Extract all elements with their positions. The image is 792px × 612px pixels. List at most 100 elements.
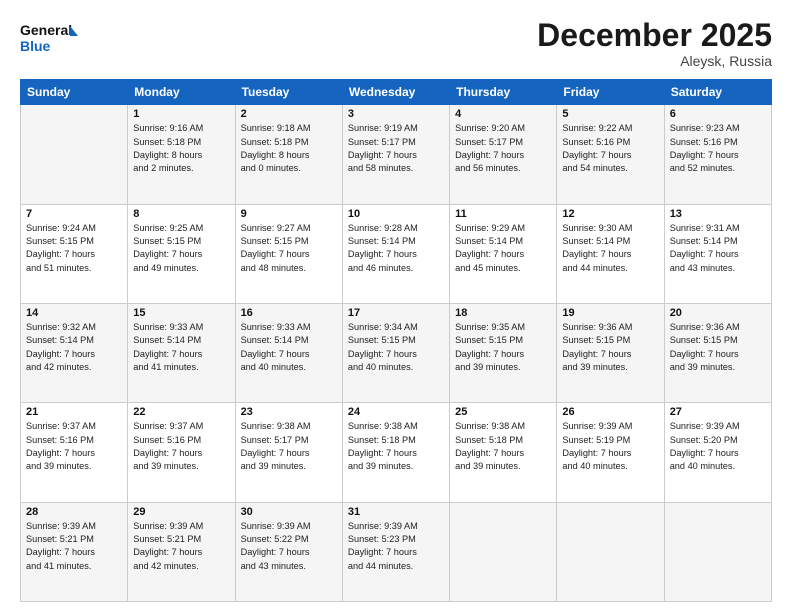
calendar-cell: 2 Sunrise: 9:18 AM Sunset: 5:18 PM Daylig…: [235, 105, 342, 204]
calendar-cell: 9 Sunrise: 9:27 AM Sunset: 5:15 PM Daylig…: [235, 204, 342, 303]
calendar-cell: 22Sunrise: 9:37 AM Sunset: 5:16 PM Dayli…: [128, 403, 235, 502]
calendar-cell: 10 Sunrise: 9:28 AM Sunset: 5:14 PM Dayli…: [342, 204, 449, 303]
day-number: 12: [562, 208, 658, 220]
day-number: 8: [133, 208, 229, 220]
calendar-cell: [450, 502, 557, 601]
day-number: 1: [133, 108, 229, 120]
day-info: Sunrise: 9:31 AM Sunset: 5:14 PM Dayligh…: [670, 222, 766, 275]
day-info: Sunrise: 9:19 AM Sunset: 5:17 PM Dayligh…: [348, 122, 444, 175]
calendar-cell: [557, 502, 664, 601]
header: GeneralBlue December 2025 Aleysk, Russia: [20, 18, 772, 69]
day-number: 5: [562, 108, 658, 120]
day-info: Sunrise: 9:16 AM Sunset: 5:18 PM Dayligh…: [133, 122, 229, 175]
calendar-cell: 11Sunrise: 9:29 AM Sunset: 5:14 PM Dayli…: [450, 204, 557, 303]
calendar-cell: 25Sunrise: 9:38 AM Sunset: 5:18 PM Dayli…: [450, 403, 557, 502]
day-info: Sunrise: 9:24 AM Sunset: 5:15 PM Dayligh…: [26, 222, 122, 275]
day-info: Sunrise: 9:38 AM Sunset: 5:18 PM Dayligh…: [348, 420, 444, 473]
logo-svg: GeneralBlue: [20, 18, 80, 60]
day-info: Sunrise: 9:36 AM Sunset: 5:15 PM Dayligh…: [562, 321, 658, 374]
day-number: 21: [26, 406, 122, 418]
day-info: Sunrise: 9:36 AM Sunset: 5:15 PM Dayligh…: [670, 321, 766, 374]
day-number: 13: [670, 208, 766, 220]
day-info: Sunrise: 9:20 AM Sunset: 5:17 PM Dayligh…: [455, 122, 551, 175]
month-title: December 2025: [537, 18, 772, 53]
day-number: 4: [455, 108, 551, 120]
svg-text:Blue: Blue: [20, 38, 51, 54]
day-number: 29: [133, 506, 229, 518]
calendar-cell: 29Sunrise: 9:39 AM Sunset: 5:21 PM Dayli…: [128, 502, 235, 601]
day-info: Sunrise: 9:27 AM Sunset: 5:15 PM Dayligh…: [241, 222, 337, 275]
calendar-cell: 15 Sunrise: 9:33 AM Sunset: 5:14 PM Dayli…: [128, 303, 235, 402]
weekday-friday: Friday: [557, 80, 664, 105]
logo: GeneralBlue: [20, 18, 80, 60]
day-info: Sunrise: 9:25 AM Sunset: 5:15 PM Dayligh…: [133, 222, 229, 275]
day-number: 24: [348, 406, 444, 418]
day-number: 7: [26, 208, 122, 220]
day-number: 23: [241, 406, 337, 418]
day-number: 6: [670, 108, 766, 120]
calendar-cell: 21 Sunrise: 9:37 AM Sunset: 5:16 PM Dayli…: [21, 403, 128, 502]
calendar-cell: 18Sunrise: 9:35 AM Sunset: 5:15 PM Dayli…: [450, 303, 557, 402]
calendar-cell: 13 Sunrise: 9:31 AM Sunset: 5:14 PM Dayli…: [664, 204, 771, 303]
calendar-cell: 1 Sunrise: 9:16 AM Sunset: 5:18 PM Daylig…: [128, 105, 235, 204]
day-number: 10: [348, 208, 444, 220]
day-info: Sunrise: 9:39 AM Sunset: 5:23 PM Dayligh…: [348, 520, 444, 573]
svg-text:General: General: [20, 22, 72, 38]
day-number: 28: [26, 506, 122, 518]
calendar-cell: 31Sunrise: 9:39 AM Sunset: 5:23 PM Dayli…: [342, 502, 449, 601]
calendar-cell: 4 Sunrise: 9:20 AM Sunset: 5:17 PM Daylig…: [450, 105, 557, 204]
weekday-thursday: Thursday: [450, 80, 557, 105]
day-info: Sunrise: 9:23 AM Sunset: 5:16 PM Dayligh…: [670, 122, 766, 175]
calendar-cell: 5 Sunrise: 9:22 AM Sunset: 5:16 PM Daylig…: [557, 105, 664, 204]
day-info: Sunrise: 9:22 AM Sunset: 5:16 PM Dayligh…: [562, 122, 658, 175]
calendar-cell: 16 Sunrise: 9:33 AM Sunset: 5:14 PM Dayli…: [235, 303, 342, 402]
day-number: 27: [670, 406, 766, 418]
day-info: Sunrise: 9:39 AM Sunset: 5:20 PM Dayligh…: [670, 420, 766, 473]
calendar-cell: 3 Sunrise: 9:19 AM Sunset: 5:17 PM Daylig…: [342, 105, 449, 204]
week-row-2: 7 Sunrise: 9:24 AM Sunset: 5:15 PM Daylig…: [21, 204, 772, 303]
calendar-cell: 6 Sunrise: 9:23 AM Sunset: 5:16 PM Daylig…: [664, 105, 771, 204]
location: Aleysk, Russia: [537, 53, 772, 69]
day-info: Sunrise: 9:39 AM Sunset: 5:22 PM Dayligh…: [241, 520, 337, 573]
day-info: Sunrise: 9:18 AM Sunset: 5:18 PM Dayligh…: [241, 122, 337, 175]
calendar-cell: 17 Sunrise: 9:34 AM Sunset: 5:15 PM Dayli…: [342, 303, 449, 402]
calendar-cell: [664, 502, 771, 601]
calendar-cell: 19 Sunrise: 9:36 AM Sunset: 5:15 PM Dayli…: [557, 303, 664, 402]
calendar-cell: [21, 105, 128, 204]
day-number: 9: [241, 208, 337, 220]
day-info: Sunrise: 9:29 AM Sunset: 5:14 PM Dayligh…: [455, 222, 551, 275]
week-row-4: 21 Sunrise: 9:37 AM Sunset: 5:16 PM Dayli…: [21, 403, 772, 502]
day-number: 16: [241, 307, 337, 319]
day-number: 19: [562, 307, 658, 319]
day-info: Sunrise: 9:37 AM Sunset: 5:16 PM Dayligh…: [26, 420, 122, 473]
week-row-1: 1 Sunrise: 9:16 AM Sunset: 5:18 PM Daylig…: [21, 105, 772, 204]
day-info: Sunrise: 9:38 AM Sunset: 5:17 PM Dayligh…: [241, 420, 337, 473]
weekday-header-row: SundayMondayTuesdayWednesdayThursdayFrid…: [21, 80, 772, 105]
day-number: 14: [26, 307, 122, 319]
day-info: Sunrise: 9:33 AM Sunset: 5:14 PM Dayligh…: [133, 321, 229, 374]
day-info: Sunrise: 9:28 AM Sunset: 5:14 PM Dayligh…: [348, 222, 444, 275]
title-block: December 2025 Aleysk, Russia: [537, 18, 772, 69]
day-info: Sunrise: 9:32 AM Sunset: 5:14 PM Dayligh…: [26, 321, 122, 374]
week-row-3: 14 Sunrise: 9:32 AM Sunset: 5:14 PM Dayli…: [21, 303, 772, 402]
calendar-cell: 8 Sunrise: 9:25 AM Sunset: 5:15 PM Daylig…: [128, 204, 235, 303]
calendar-cell: 28Sunrise: 9:39 AM Sunset: 5:21 PM Dayli…: [21, 502, 128, 601]
calendar-cell: 26Sunrise: 9:39 AM Sunset: 5:19 PM Dayli…: [557, 403, 664, 502]
day-number: 18: [455, 307, 551, 319]
calendar-header: SundayMondayTuesdayWednesdayThursdayFrid…: [21, 80, 772, 105]
day-number: 22: [133, 406, 229, 418]
calendar-cell: 7 Sunrise: 9:24 AM Sunset: 5:15 PM Daylig…: [21, 204, 128, 303]
day-number: 17: [348, 307, 444, 319]
day-number: 3: [348, 108, 444, 120]
day-info: Sunrise: 9:33 AM Sunset: 5:14 PM Dayligh…: [241, 321, 337, 374]
weekday-saturday: Saturday: [664, 80, 771, 105]
weekday-wednesday: Wednesday: [342, 80, 449, 105]
week-row-5: 28Sunrise: 9:39 AM Sunset: 5:21 PM Dayli…: [21, 502, 772, 601]
day-number: 15: [133, 307, 229, 319]
page: GeneralBlue December 2025 Aleysk, Russia…: [0, 0, 792, 612]
calendar-cell: 24 Sunrise: 9:38 AM Sunset: 5:18 PM Dayli…: [342, 403, 449, 502]
calendar-cell: 20 Sunrise: 9:36 AM Sunset: 5:15 PM Dayli…: [664, 303, 771, 402]
day-info: Sunrise: 9:34 AM Sunset: 5:15 PM Dayligh…: [348, 321, 444, 374]
day-number: 20: [670, 307, 766, 319]
day-number: 2: [241, 108, 337, 120]
